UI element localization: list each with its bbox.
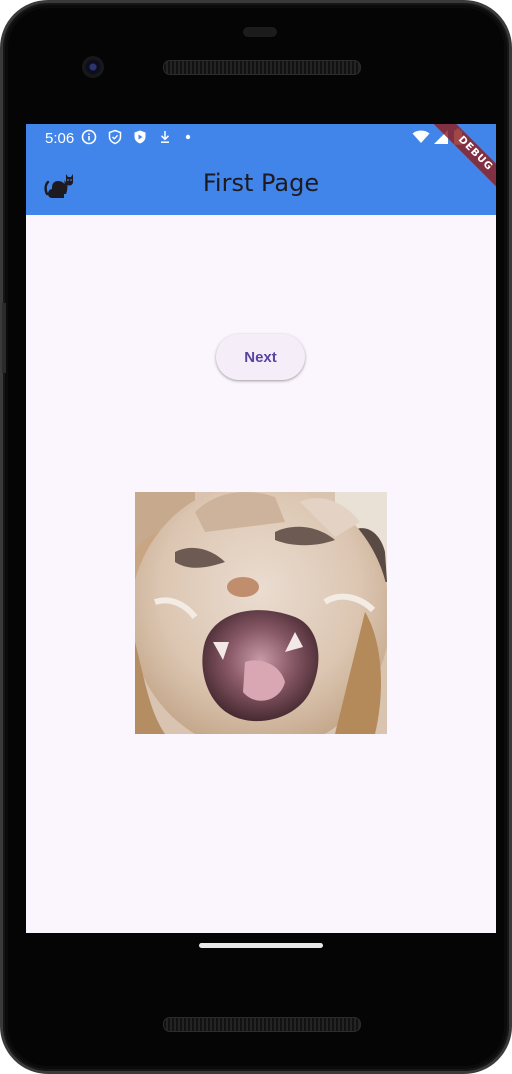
debug-banner: DEBUG [426,124,496,194]
cat-photo [135,492,387,734]
cat-photo-drawing [135,492,387,734]
front-camera [82,56,104,78]
dot-icon [185,134,191,140]
debug-banner-label: DEBUG [430,124,496,194]
top-speaker-grille [163,60,361,75]
gesture-nav-handle[interactable] [199,943,323,948]
play-protect-icon [134,130,146,144]
phone-frame: 5:06 First Page DEBUG Next [0,0,512,1074]
screen: 5:06 First Page DEBUG Next [26,124,496,933]
earpiece [243,27,277,37]
bottom-speaker-grille [163,1017,361,1032]
power-button [2,303,6,373]
download-icon [160,131,170,143]
status-time: 5:06 [45,130,75,147]
shield-icon [108,129,122,145]
info-icon [81,129,97,145]
next-button[interactable]: Next [216,334,305,380]
